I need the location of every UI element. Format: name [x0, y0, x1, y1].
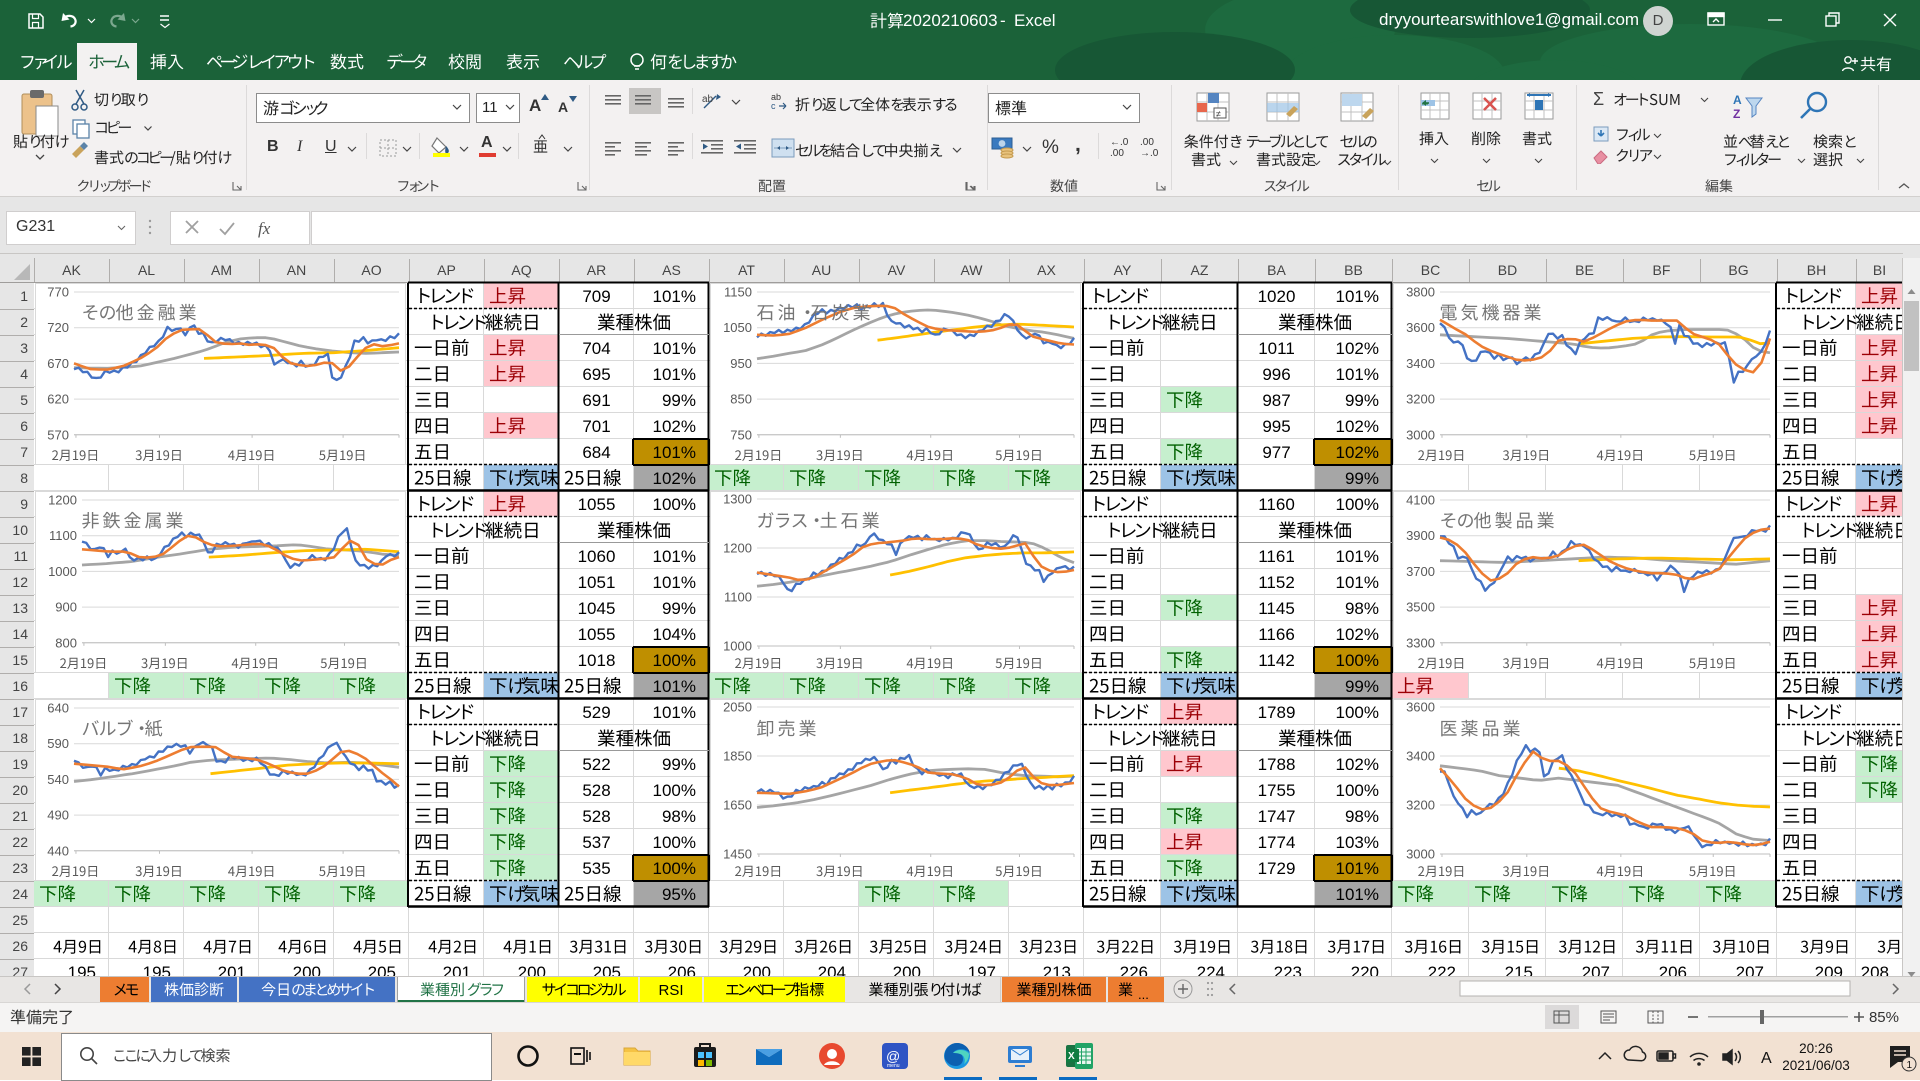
svg-text:1: 1	[1907, 1060, 1913, 1071]
svg-text:A: A	[1761, 1050, 1772, 1067]
svg-text:@: @	[886, 1048, 900, 1064]
svg-text:menu: menu	[887, 1063, 900, 1069]
svg-text:X: X	[1068, 1051, 1075, 1062]
